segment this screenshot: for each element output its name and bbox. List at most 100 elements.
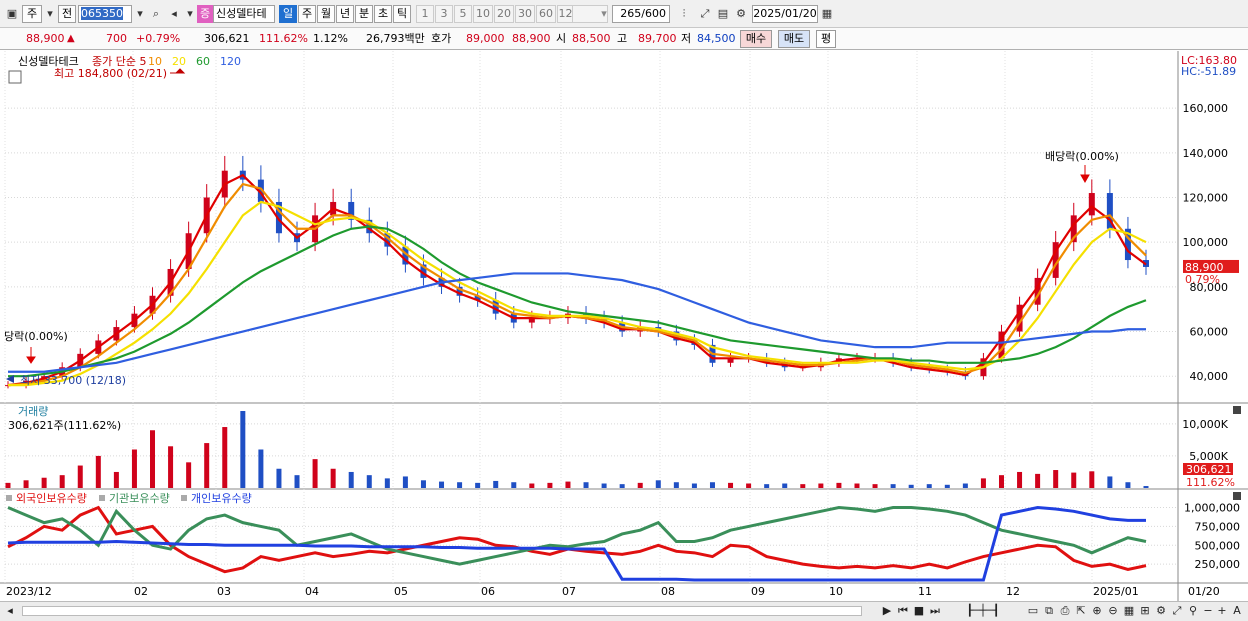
legend-entry: 120 [220,55,241,68]
eval-button[interactable]: 평 [816,30,836,48]
zoom-plus-button[interactable]: + [1216,603,1228,619]
stock-badge: 증 [197,5,213,23]
legend-entry: 20 [172,55,186,68]
volume-bar [131,449,137,488]
holdings-panel-close-icon[interactable] [1233,492,1241,500]
volume-panel-close-icon[interactable] [1233,406,1241,414]
volume-bar [439,481,445,488]
volume-bar [204,443,210,488]
open-price: 88,500 [572,32,611,45]
high-marker: 최고 184,800 (02/21) [54,67,186,80]
zoom-out-icon[interactable]: ⊖ [1106,603,1120,619]
stock-name-field[interactable]: 신성델타테 [213,5,275,23]
layout-icon[interactable]: ▣ [4,5,20,23]
settings-icon[interactable]: ⚙ [1154,603,1168,619]
interval-tab[interactable]: 1 [416,5,434,23]
save-icon[interactable]: ▤ [715,5,731,23]
interval-tab[interactable]: 20 [494,5,514,23]
stock-code-input[interactable]: 065350 [78,5,132,23]
period-tab[interactable]: 초 [374,5,392,23]
interval-tab[interactable]: 10 [473,5,493,23]
buy-button[interactable]: 매수 [740,30,772,48]
price-panel-title: 신성델타테크 [18,55,79,68]
interval-dropdown-icon[interactable]: ▾ [596,5,612,23]
y-tick-label: 100,000 [1183,236,1229,249]
volume-tick-label: 5,000K [1189,450,1228,463]
volume-bar [41,477,47,488]
export-icon[interactable]: ⇱ [1074,603,1088,619]
x-tick-label: 02 [134,585,148,598]
up-triangle-icon: ▲ [67,33,75,44]
expand-icon[interactable]: ⤢ [1170,603,1184,619]
pin-icon[interactable]: ⚲ [1186,603,1200,619]
volume-bar [222,427,228,488]
font-size-button[interactable]: A [1230,603,1244,619]
count-field[interactable]: 265/600 [612,5,670,23]
search-icon[interactable]: ⌕ [148,5,164,23]
legend-entry: 60 [196,55,210,68]
holdings-legend-entry: 외국인보유수량 [16,492,87,505]
zoom-minus-button[interactable]: − [1202,603,1214,619]
first-page-icon[interactable]: ⏮ [896,603,910,619]
zoom-in-icon[interactable]: ⊕ [1090,603,1104,619]
last-volume-label: 306,621 [1186,463,1232,476]
window-icon[interactable]: ▭ [1026,603,1040,619]
volume-bar [800,484,806,488]
interval-tab[interactable]: 60 [536,5,556,23]
period-tab[interactable]: 틱 [393,5,411,23]
volume-bar [637,482,643,488]
table-icon[interactable]: ▦ [1122,603,1136,619]
volume-bar [511,482,517,488]
bid-label: 호가 [431,32,452,45]
market-button[interactable]: 주 [22,5,42,23]
sound-dropdown-icon[interactable]: ▾ [182,5,198,23]
candle-body [1088,193,1095,216]
stock-chart[interactable]: 40,00060,00080,000100,000120,000140,0001… [0,51,1248,601]
y-tick-label: 160,000 [1183,102,1229,115]
x-tick-label: 10 [829,585,843,598]
interval-tab[interactable]: 5 [454,5,472,23]
period-tab[interactable]: 년 [336,5,354,23]
interval-tab[interactable]: 30 [515,5,535,23]
stop-icon[interactable]: ■ [912,603,926,619]
indicator-settings-icon[interactable] [8,70,22,84]
chart-icon[interactable]: ⊞ [1138,603,1152,619]
copy-icon[interactable]: ⧉ [1042,603,1056,619]
x-tick-label: 05 [394,585,408,598]
volume-bar [330,468,336,488]
zoom-slider[interactable]: ┠─┼─┨ [948,603,1018,619]
draw-icon[interactable]: ⤢ [697,5,713,23]
volume-bar [782,483,788,488]
horizontal-scrollbar[interactable] [22,606,862,616]
volume-bar [77,465,83,488]
volume-bar [583,482,589,488]
period-tab[interactable]: 주 [298,5,316,23]
play-icon[interactable]: ▶ [880,603,894,619]
scroll-left-icon[interactable]: ◂ [4,603,16,619]
date-field[interactable]: 2025/01/20 [752,5,818,23]
period-tab[interactable]: 월 [317,5,335,23]
low-marker-label: 최저 33,700 (12/18) [20,374,126,387]
prev-button[interactable]: 전 [58,5,76,23]
volume-bar [294,475,300,488]
volume-bar [872,484,878,488]
sell-button[interactable]: 매도 [778,30,810,48]
gear-icon[interactable]: ⚙ [733,5,749,23]
dropdown-icon[interactable]: ▾ [42,5,58,23]
holdings-legend-entry: 개인보유수량 [191,492,252,505]
code-dropdown-icon[interactable]: ▾ [132,5,148,23]
ask-price: 89,000 [466,32,505,45]
period-tab[interactable]: 분 [355,5,373,23]
candle-icon[interactable]: ⫶ [676,5,692,23]
x-tick-label: 08 [661,585,675,598]
x-tick-label: 03 [217,585,231,598]
interval-tab[interactable]: 3 [435,5,453,23]
period-tab[interactable]: 일 [279,5,297,23]
sound-icon[interactable]: ◂ [166,5,182,23]
x-tick-label: 06 [481,585,495,598]
volume-bar [168,446,174,488]
print-icon[interactable]: ⎙ [1058,603,1072,619]
trade-amount: 26,793백만 [366,32,425,45]
last-page-icon[interactable]: ⏭ [928,603,942,619]
calendar-icon[interactable]: ▦ [819,5,835,23]
